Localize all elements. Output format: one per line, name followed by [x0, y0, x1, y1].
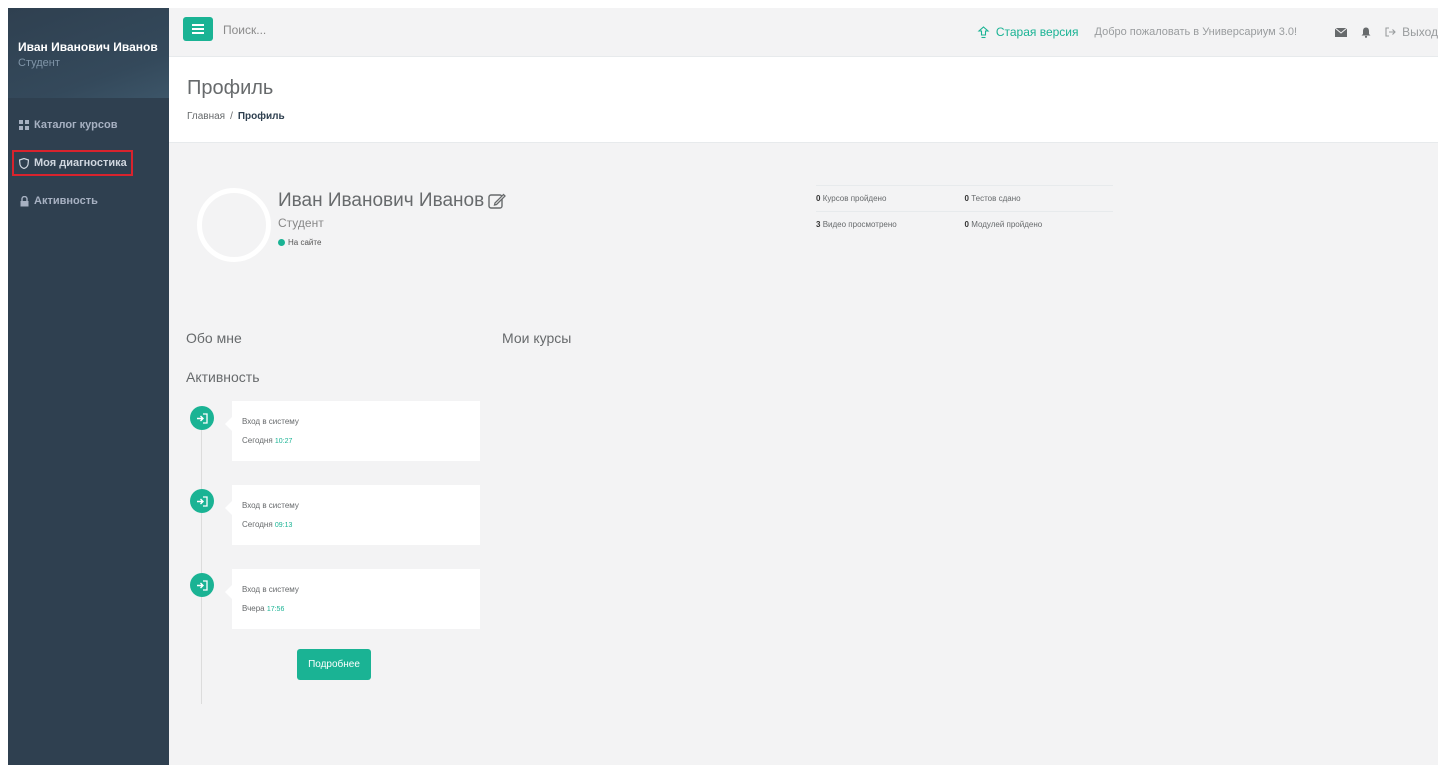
sidebar-nav: Каталог курсов Моя диагностика Активност…	[8, 112, 169, 214]
stats-row: 0 Курсов пройдено 0 Тестов сдано	[816, 185, 1113, 211]
avatar	[197, 188, 271, 262]
breadcrumb-separator: /	[230, 111, 233, 122]
menu-toggle-button[interactable]	[183, 17, 213, 41]
sign-in-icon	[190, 406, 214, 430]
old-version-icon	[977, 25, 990, 38]
search-input[interactable]	[221, 16, 525, 44]
my-courses-heading: Мои курсы	[502, 330, 572, 346]
sidebar-item-label: Каталог курсов	[34, 119, 118, 131]
activity-date: Сегодня 09:13	[242, 520, 293, 529]
grid-icon	[18, 119, 30, 131]
envelope-icon	[1335, 27, 1348, 37]
stat-videos: 3 Видео просмотрено	[816, 220, 897, 229]
activity-item: Вход в систему Сегодня 09:13	[225, 485, 480, 545]
breadcrumb-home[interactable]: Главная	[187, 111, 225, 122]
old-version-label: Старая версия	[995, 25, 1079, 39]
top-navbar: Старая версия Добро пожаловать в Универс…	[169, 8, 1438, 57]
stat-tests: 0 Тестов сдано	[964, 194, 1021, 203]
more-button[interactable]: Подробнее	[297, 649, 371, 680]
online-status-label: На сайте	[288, 238, 322, 247]
sign-out-icon	[1385, 27, 1396, 37]
profile-stats: 0 Курсов пройдено 0 Тестов сдано 3 Видео…	[816, 185, 1113, 237]
sidebar-user-name[interactable]: Иван Иванович Иванов	[18, 40, 169, 54]
sidebar-profile: Иван Иванович Иванов Студент	[8, 8, 169, 98]
timeline-line	[201, 420, 202, 704]
edit-icon[interactable]	[488, 192, 507, 210]
sign-in-icon	[190, 489, 214, 513]
activity-text: Вход в систему	[242, 501, 299, 510]
shield-icon	[18, 157, 30, 169]
sidebar-item-label: Активность	[34, 195, 98, 207]
profile-name: Иван Иванович Иванов	[278, 190, 485, 211]
activity-text: Вход в систему	[242, 417, 299, 426]
activity-item: Вход в систему Сегодня 10:27	[225, 401, 480, 461]
online-dot-icon	[278, 239, 285, 246]
stat-modules: 0 Модулей пройдено	[964, 220, 1043, 229]
sidebar-item-activity[interactable]: Активность	[8, 188, 169, 214]
app-frame: Иван Иванович Иванов Студент Каталог кур…	[8, 8, 1438, 765]
sidebar-item-diagnostics[interactable]: Моя диагностика	[12, 150, 133, 176]
stat-courses: 0 Курсов пройдено	[816, 194, 887, 203]
hamburger-icon	[192, 24, 204, 34]
sidebar-user-role: Студент	[18, 57, 60, 69]
notifications-button[interactable]	[1361, 27, 1371, 38]
breadcrumb: Главная / Профиль	[187, 111, 285, 122]
bell-icon	[1361, 27, 1371, 38]
welcome-message: Добро пожаловать в Универсариум 3.0!	[1094, 26, 1298, 38]
breadcrumb-current: Профиль	[237, 111, 285, 122]
topbar-right: Старая версия Добро пожаловать в Универс…	[977, 8, 1438, 56]
sidebar-item-label: Моя диагностика	[34, 157, 127, 169]
stats-row: 3 Видео просмотрено 0 Модулей пройдено	[816, 211, 1113, 237]
activity-item: Вход в систему Вчера 17:56	[225, 569, 480, 629]
activity-date: Сегодня 10:27	[242, 436, 293, 445]
activity-heading: Активность	[186, 369, 260, 385]
activity-text: Вход в систему	[242, 585, 299, 594]
online-status: На сайте	[278, 238, 321, 247]
about-heading: Обо мне	[186, 330, 242, 346]
page-title: Профиль	[187, 77, 274, 99]
logout-label: Выход	[1402, 25, 1438, 39]
logout-link[interactable]: Выход	[1385, 25, 1438, 39]
page-heading: Профиль Главная / Профиль	[169, 57, 1438, 143]
sidebar-item-catalog[interactable]: Каталог курсов	[8, 112, 169, 138]
lock-icon	[18, 195, 30, 207]
activity-date: Вчера 17:56	[242, 604, 285, 613]
messages-button[interactable]	[1335, 27, 1348, 37]
sidebar: Иван Иванович Иванов Студент Каталог кур…	[8, 8, 169, 765]
profile-name-row: Иван Иванович Иванов	[278, 190, 507, 212]
old-version-link[interactable]: Старая версия	[977, 25, 1079, 39]
sign-in-icon	[190, 573, 214, 597]
profile-role: Студент	[278, 216, 324, 230]
